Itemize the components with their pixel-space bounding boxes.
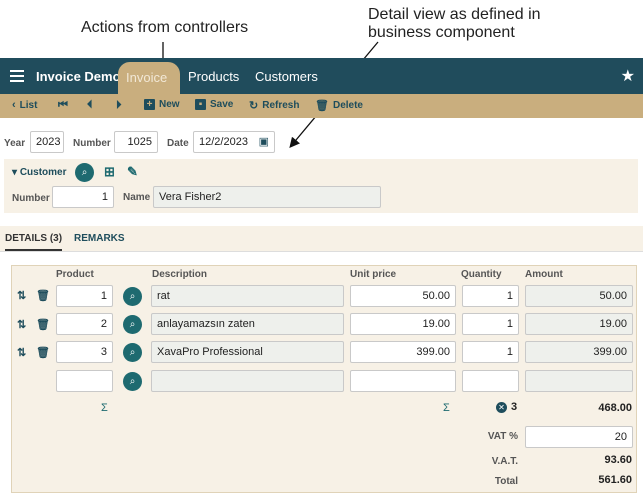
remove-sum-icon[interactable]: ✕: [496, 401, 507, 413]
sum-icon-product[interactable]: Σ: [101, 402, 108, 414]
year-field[interactable]: 2023: [30, 131, 64, 153]
tab-remarks[interactable]: REMARKS: [74, 233, 125, 244]
trash-icon: 🗑: [315, 100, 329, 112]
add-customer-icon[interactable]: ⊞: [104, 164, 115, 180]
number-label: Number: [73, 138, 111, 149]
customer-name-label: Name: [123, 192, 151, 203]
search-product-icon[interactable]: ⌕: [123, 343, 142, 362]
product-field[interactable]: 2: [56, 313, 113, 335]
menu-icon[interactable]: [10, 70, 24, 82]
vat-amount-label: V.A.T.: [491, 456, 518, 467]
vat-percent-field[interactable]: 20: [525, 426, 633, 448]
unit-price-field[interactable]: 19.00: [350, 313, 456, 335]
customer-name-field: Vera Fisher2: [153, 186, 381, 208]
column-header-quantity: Quantity: [461, 269, 502, 280]
customer-section-label: Customer: [19, 167, 67, 178]
sum-icon-unit-price[interactable]: Σ: [443, 402, 450, 414]
quantity-field[interactable]: 1: [462, 285, 519, 307]
app-title: Invoice Demo :: [36, 69, 129, 84]
quantity-count: 3: [511, 401, 518, 413]
product-field[interactable]: 3: [56, 341, 113, 363]
reorder-icon[interactable]: ⇅: [17, 346, 26, 359]
description-field: rat: [151, 285, 344, 307]
tab-products[interactable]: Products: [188, 69, 239, 84]
search-product-icon[interactable]: ⌕: [123, 287, 142, 306]
trash-icon[interactable]: 🗑: [36, 346, 50, 359]
date-label: Date: [167, 138, 189, 149]
first-page-icon: ⏮: [58, 99, 68, 111]
amount-field: 399.00: [525, 341, 633, 363]
list-button[interactable]: ‹ List: [12, 99, 37, 111]
annotation-detail-line2: business component: [368, 24, 515, 41]
star-icon[interactable]: ★: [621, 66, 635, 86]
search-customer-icon[interactable]: ⌕: [75, 163, 94, 182]
customer-number-label: Number: [12, 193, 50, 204]
date-value: 12/2/2023: [199, 136, 248, 148]
trash-icon[interactable]: 🗑: [36, 289, 50, 302]
description-field: anlayamazsın zaten: [151, 313, 344, 335]
new-product-field[interactable]: [56, 370, 113, 392]
quantity-field[interactable]: 1: [462, 341, 519, 363]
first-button[interactable]: ⏮: [58, 99, 68, 112]
customer-number-field[interactable]: 1: [52, 186, 114, 208]
tab-customers[interactable]: Customers: [255, 69, 318, 84]
amount-sum: 468.00: [598, 402, 632, 414]
add-box-icon: +: [144, 99, 155, 110]
annotation-detail-line1: Detail view as defined in: [368, 6, 541, 23]
top-navigation-bar: Invoice Demo : Invoice Products Customer…: [0, 58, 643, 94]
total-label: Total: [494, 476, 518, 487]
column-header-description: Description: [152, 269, 208, 280]
column-header-amount: Amount: [525, 269, 563, 280]
column-header-unit-price: Unit price: [350, 269, 397, 280]
product-field[interactable]: 1: [56, 285, 113, 307]
vat-amount-value: 93.60: [604, 454, 632, 466]
column-header-product: Product: [56, 269, 94, 280]
amount-field: 19.00: [525, 313, 633, 335]
detail-tabs: DETAILS (3) REMARKS: [0, 226, 643, 252]
amount-field: 50.00: [525, 285, 633, 307]
vat-percent-label: VAT %: [487, 431, 518, 442]
save-button[interactable]: ▪ Save: [195, 99, 233, 110]
refresh-button[interactable]: ↻ Refresh: [249, 99, 299, 112]
number-field[interactable]: 1025: [114, 131, 158, 153]
previous-icon: ⏴: [87, 99, 93, 111]
chevron-left-icon: ‹: [12, 99, 16, 111]
new-description-field: [151, 370, 344, 392]
action-toolbar: ‹ List ⏮ ⏴ ⏵ + New ▪ Save ↻ Refresh 🗑 Delete: [0, 94, 643, 118]
search-product-icon[interactable]: ⌕: [123, 315, 142, 334]
quantity-field[interactable]: 1: [462, 313, 519, 335]
trash-icon[interactable]: 🗑: [36, 318, 50, 331]
description-field: XavaPro Professional: [151, 341, 344, 363]
new-button[interactable]: + New: [144, 99, 180, 110]
delete-button[interactable]: 🗑 Delete: [315, 99, 363, 112]
search-product-icon[interactable]: ⌕: [123, 372, 142, 391]
triangle-down-icon: ▾: [12, 167, 18, 178]
annotation-actions: Actions from controllers: [81, 19, 249, 36]
reorder-icon[interactable]: ⇅: [17, 318, 26, 331]
edit-customer-icon[interactable]: ✎: [127, 164, 138, 180]
customer-section-toggle[interactable]: ▾ Customer: [12, 167, 67, 178]
save-icon: ▪: [195, 99, 206, 110]
reorder-icon[interactable]: ⇅: [17, 289, 26, 302]
next-icon: ⏵: [116, 99, 122, 111]
new-quantity-field[interactable]: [462, 370, 519, 392]
new-amount-field: [525, 370, 633, 392]
new-unit-price-field[interactable]: [350, 370, 456, 392]
date-field[interactable]: 12/2/2023 ▣: [193, 131, 275, 153]
year-label: Year: [4, 138, 26, 149]
tab-details[interactable]: DETAILS (3): [5, 233, 63, 251]
refresh-icon: ↻: [249, 100, 259, 112]
next-button[interactable]: ⏵: [116, 99, 122, 112]
total-value: 561.60: [598, 474, 632, 486]
details-grid: Product Description Unit price Quantity …: [11, 265, 637, 493]
previous-button[interactable]: ⏴: [87, 99, 93, 112]
quantity-sum: ✕ 3: [496, 401, 517, 413]
tab-invoice[interactable]: Invoice: [118, 62, 180, 94]
unit-price-field[interactable]: 399.00: [350, 341, 456, 363]
calendar-icon[interactable]: ▣: [259, 135, 269, 148]
unit-price-field[interactable]: 50.00: [350, 285, 456, 307]
